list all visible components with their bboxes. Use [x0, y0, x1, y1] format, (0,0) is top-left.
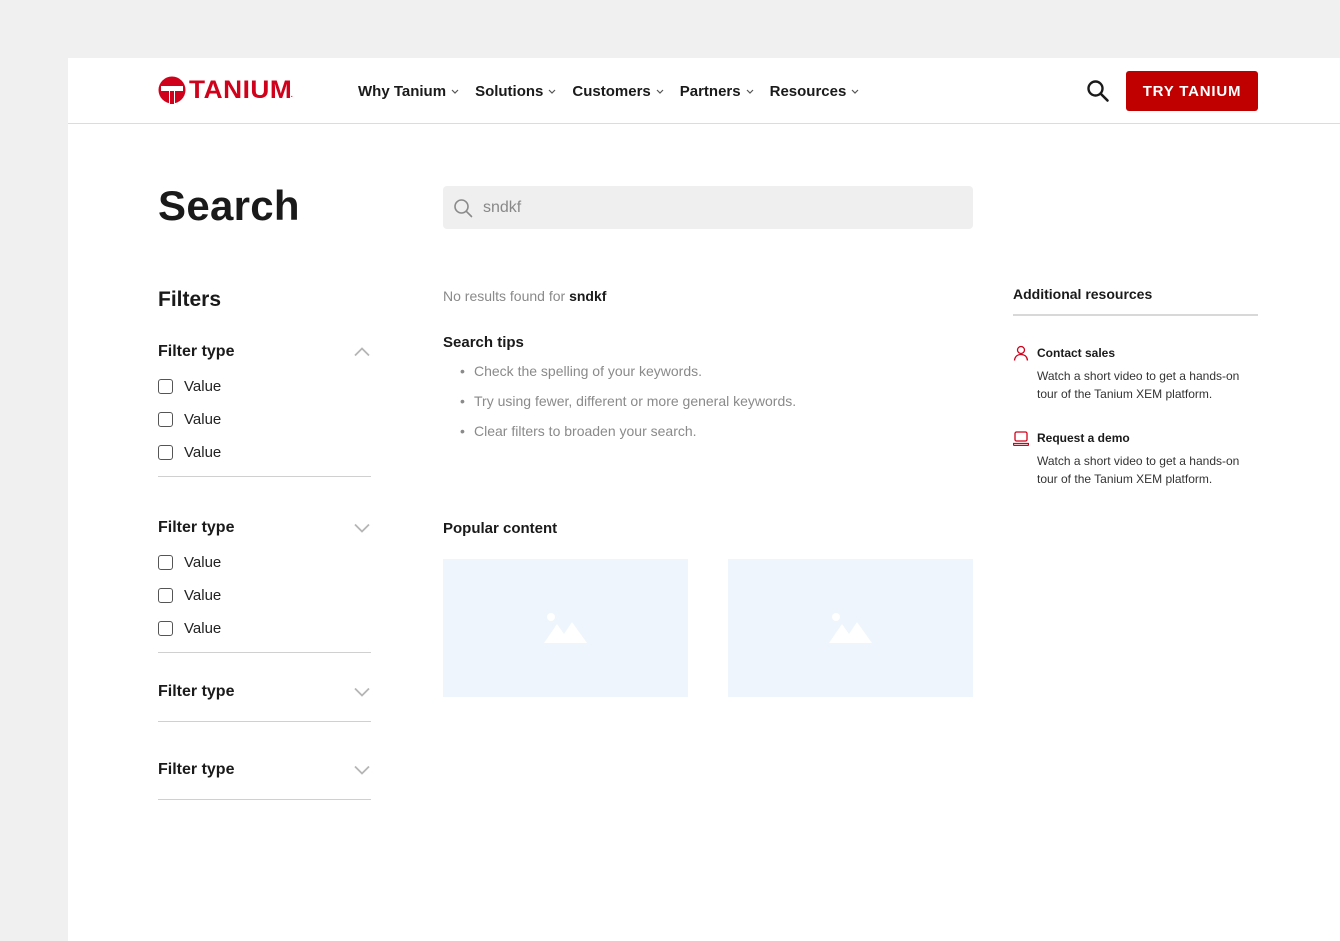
no-results-message: No results found for sndkf: [443, 288, 606, 304]
filter-group-toggle[interactable]: Filter type: [158, 759, 371, 781]
resource-label: Contact sales: [1037, 346, 1116, 360]
resource-description: Watch a short video to get a hands-on to…: [1037, 454, 1240, 486]
resource-item-request-demo: Request a demo Watch a short video to ge…: [1013, 430, 1258, 488]
filter-option-label: Value: [184, 378, 222, 395]
filter-group-toggle[interactable]: Filter type: [158, 517, 371, 539]
image-placeholder-icon: [828, 613, 872, 643]
filter-group-label: Filter type: [158, 761, 235, 778]
no-results-prefix: No results found for: [443, 288, 566, 304]
nav-item-partners[interactable]: Partners: [680, 83, 754, 100]
filter-option[interactable]: Value: [158, 436, 371, 469]
search-query: sndkf: [569, 288, 607, 304]
filter-option[interactable]: Value: [158, 612, 371, 645]
filter-group: Filter type Value Value Value: [158, 341, 371, 477]
tip-text: Check the spelling of your keywords.: [474, 363, 702, 379]
bullet-icon: •: [460, 393, 465, 409]
filter-option-label: Value: [184, 411, 222, 428]
filter-group-label: Filter type: [158, 343, 235, 360]
try-tanium-button[interactable]: TRY TANIUM: [1126, 71, 1258, 111]
checkbox[interactable]: [158, 445, 173, 460]
nav-item-label: Solutions: [475, 82, 544, 100]
page-title: Search: [158, 182, 300, 229]
checkbox[interactable]: [158, 379, 173, 394]
bullet-icon: •: [460, 363, 465, 379]
filter-options: Value Value Value: [158, 370, 371, 469]
resource-label: Request a demo: [1037, 431, 1130, 445]
chevron-down-icon: [851, 89, 859, 94]
filter-option-label: Value: [184, 587, 222, 604]
checkbox[interactable]: [158, 621, 173, 636]
resource-item-contact-sales: Contact sales Watch a short video to get…: [1013, 345, 1258, 403]
chevron-down-icon: [451, 89, 459, 94]
filter-option-label: Value: [184, 554, 222, 571]
main-nav: Why Tanium Solutions Customers Partners …: [358, 58, 875, 124]
nav-item-why-tanium[interactable]: Why Tanium: [358, 83, 459, 100]
filters-title: Filters: [158, 288, 222, 311]
filter-group: Filter type Value Value Value: [158, 517, 371, 653]
list-item: • Try using fewer, different or more gene…: [460, 393, 796, 423]
search-tips-title: Search tips: [443, 334, 524, 351]
checkbox[interactable]: [158, 588, 173, 603]
nav-item-label: Why Tanium: [358, 82, 447, 100]
filter-group: Filter type: [158, 759, 371, 800]
nav-item-label: Partners: [679, 82, 741, 100]
chevron-down-icon: [746, 89, 754, 94]
filter-option[interactable]: Value: [158, 579, 371, 612]
popular-content-title: Popular content: [443, 520, 558, 537]
nav-item-label: Customers: [572, 82, 651, 100]
nav-item-label: Resources: [769, 82, 847, 100]
filter-option[interactable]: Value: [158, 546, 371, 579]
tanium-logo[interactable]: TANIUM .: [158, 76, 293, 104]
search-input[interactable]: [483, 198, 943, 217]
filter-group-label: Filter type: [158, 519, 235, 536]
page-container: TANIUM . Why Tanium Solutions Customers …: [68, 58, 1340, 941]
site-header: TANIUM . Why Tanium Solutions Customers …: [68, 58, 1340, 124]
resource-description: Watch a short video to get a hands-on to…: [1037, 369, 1240, 401]
checkbox[interactable]: [158, 412, 173, 427]
filter-option[interactable]: Value: [158, 403, 371, 436]
list-item: • Check the spelling of your keywords.: [460, 363, 796, 393]
bullet-icon: •: [460, 423, 465, 439]
chevron-down-icon: [354, 765, 370, 775]
user-icon: [1013, 345, 1029, 361]
checkbox[interactable]: [158, 555, 173, 570]
chevron-down-icon: [548, 89, 556, 94]
tip-text: Clear filters to broaden your search.: [474, 423, 697, 439]
search-bar[interactable]: [443, 186, 973, 229]
request-demo-link[interactable]: Request a demo: [1013, 430, 1258, 446]
chevron-down-icon: [656, 89, 664, 94]
tip-text: Try using fewer, different or more gener…: [474, 393, 797, 409]
filter-option[interactable]: Value: [158, 370, 371, 403]
filter-group-label: Filter type: [158, 683, 235, 700]
image-placeholder-icon: [543, 613, 587, 643]
contact-sales-link[interactable]: Contact sales: [1013, 345, 1258, 361]
list-item: • Clear filters to broaden your search.: [460, 423, 796, 453]
filter-options: Value Value Value: [158, 546, 371, 645]
nav-item-resources[interactable]: Resources: [770, 83, 860, 100]
chevron-down-icon: [354, 687, 370, 697]
filter-group: Filter type: [158, 681, 371, 722]
search-icon: [454, 198, 473, 217]
filter-group-toggle[interactable]: Filter type: [158, 341, 371, 363]
laptop-icon: [1013, 431, 1029, 446]
chevron-up-icon: [354, 347, 370, 357]
logo-wordmark: TANIUM: [189, 75, 293, 104]
tanium-logo-icon: [158, 76, 186, 104]
chevron-down-icon: [354, 523, 370, 533]
search-icon[interactable]: [1086, 79, 1110, 103]
search-tips-list: • Check the spelling of your keywords. • T…: [460, 363, 796, 453]
filter-option-label: Value: [184, 444, 222, 461]
nav-item-solutions[interactable]: Solutions: [475, 83, 556, 100]
filter-option-label: Value: [184, 620, 222, 637]
popular-content-card[interactable]: [443, 559, 688, 697]
popular-content-card[interactable]: [728, 559, 973, 697]
filter-group-toggle[interactable]: Filter type: [158, 681, 371, 703]
additional-resources-title: Additional resources: [1013, 286, 1258, 316]
nav-item-customers[interactable]: Customers: [572, 82, 664, 100]
